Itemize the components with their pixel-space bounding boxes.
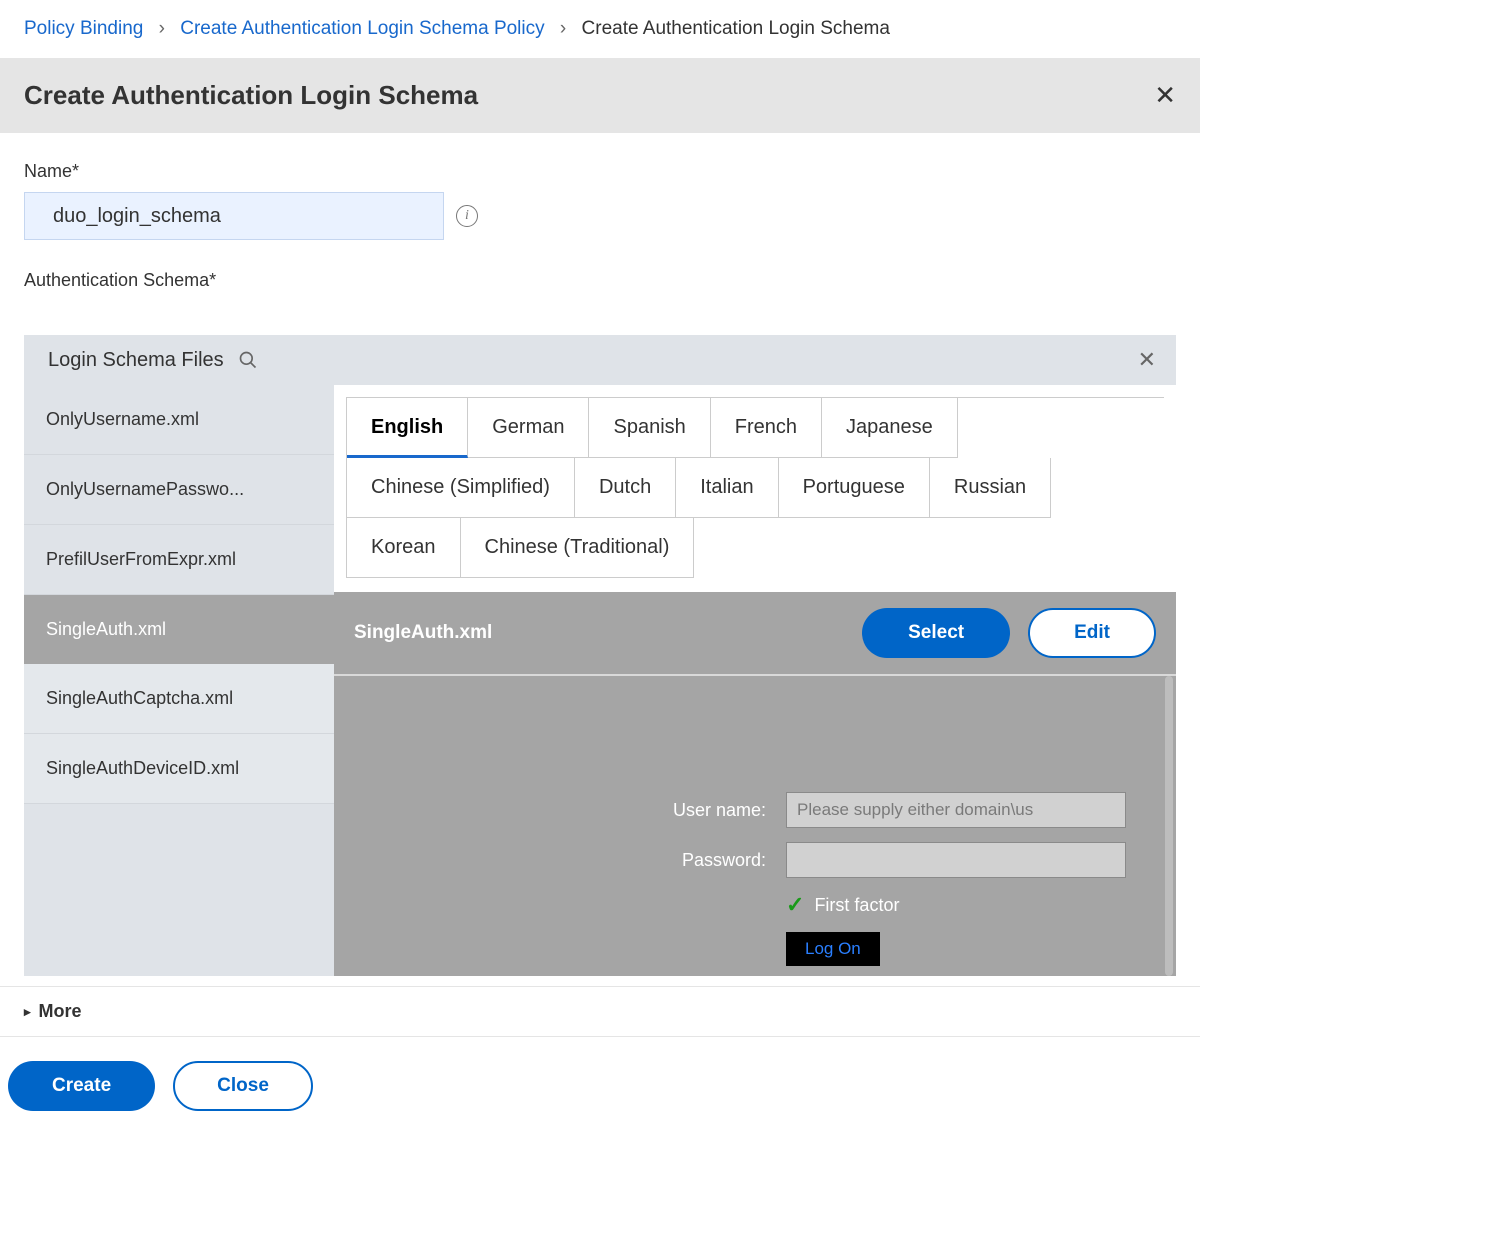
page-title: Create Authentication Login Schema xyxy=(24,80,478,111)
breadcrumb-current: Create Authentication Login Schema xyxy=(582,18,890,39)
panel-header: Create Authentication Login Schema ✕ xyxy=(0,58,1200,133)
name-label: Name* xyxy=(24,161,1176,182)
language-tab-french[interactable]: French xyxy=(711,398,822,458)
auth-schema-label: Authentication Schema* xyxy=(24,270,1176,291)
login-form-preview: User name: Password: ✓ First factor xyxy=(334,676,1176,976)
info-icon[interactable]: i xyxy=(456,205,478,227)
schema-panel-close-icon[interactable]: ✕ xyxy=(1138,347,1156,373)
breadcrumb-link-create-policy[interactable]: Create Authentication Login Schema Polic… xyxy=(180,18,544,39)
breadcrumb: Policy Binding › Create Authentication L… xyxy=(0,0,1200,58)
schema-file-item[interactable]: PrefilUserFromExpr.xml xyxy=(24,525,334,595)
language-tab-dutch[interactable]: Dutch xyxy=(575,458,676,518)
language-tab-german[interactable]: German xyxy=(468,398,589,458)
schema-preview-pane: English German Spanish French Japanese C… xyxy=(334,385,1176,976)
preview-scrollbar[interactable] xyxy=(1165,676,1173,976)
language-tab-spanish[interactable]: Spanish xyxy=(589,398,710,458)
language-tab-italian[interactable]: Italian xyxy=(676,458,778,518)
selected-file-bar: SingleAuth.xml Select Edit xyxy=(334,592,1176,676)
close-button[interactable]: Close xyxy=(173,1061,313,1111)
close-icon[interactable]: ✕ xyxy=(1154,80,1176,111)
selected-file-name: SingleAuth.xml xyxy=(354,622,492,644)
schema-file-item[interactable]: SingleAuthDeviceID.xml xyxy=(24,734,334,804)
search-icon[interactable] xyxy=(238,350,258,370)
login-schema-files-title: Login Schema Files xyxy=(48,349,224,372)
logon-button[interactable]: Log On xyxy=(786,932,880,966)
language-tab-russian[interactable]: Russian xyxy=(930,458,1051,518)
checkmark-icon: ✓ xyxy=(786,892,804,918)
language-tab-japanese[interactable]: Japanese xyxy=(822,398,958,458)
breadcrumb-link-policy-binding[interactable]: Policy Binding xyxy=(24,18,143,39)
footer-buttons: Create Close xyxy=(0,1037,1200,1135)
more-expander[interactable]: ▸ More xyxy=(0,986,1200,1037)
language-tab-korean[interactable]: Korean xyxy=(347,518,461,578)
schema-file-item[interactable]: OnlyUsernamePasswo... xyxy=(24,455,334,525)
language-tab-english[interactable]: English xyxy=(347,398,468,458)
language-tab-chinese-simplified[interactable]: Chinese (Simplified) xyxy=(347,458,575,518)
edit-button[interactable]: Edit xyxy=(1028,608,1156,658)
create-button[interactable]: Create xyxy=(8,1061,155,1111)
chevron-right-icon: › xyxy=(560,18,566,39)
more-label: More xyxy=(39,1001,82,1022)
chevron-right-icon: ▸ xyxy=(24,1004,31,1020)
chevron-right-icon: › xyxy=(159,18,165,39)
select-button[interactable]: Select xyxy=(862,608,1010,658)
login-schema-panel: Login Schema Files ✕ OnlyUsername.xml On… xyxy=(24,335,1176,976)
schema-file-item[interactable]: SingleAuthCaptcha.xml xyxy=(24,664,334,734)
username-label: User name: xyxy=(636,800,766,821)
schema-file-item[interactable]: OnlyUsername.xml xyxy=(24,385,334,455)
password-input[interactable] xyxy=(786,842,1126,878)
first-factor-label: First factor xyxy=(814,895,899,916)
language-tabs: English German Spanish French Japanese C… xyxy=(346,397,1164,578)
language-tab-chinese-traditional[interactable]: Chinese (Traditional) xyxy=(461,518,695,578)
schema-file-item-selected[interactable]: SingleAuth.xml xyxy=(24,595,334,664)
language-tab-portuguese[interactable]: Portuguese xyxy=(779,458,930,518)
password-label: Password: xyxy=(636,850,766,871)
schema-file-list: OnlyUsername.xml OnlyUsernamePasswo... P… xyxy=(24,385,334,976)
name-input[interactable] xyxy=(24,192,444,240)
username-input[interactable] xyxy=(786,792,1126,828)
